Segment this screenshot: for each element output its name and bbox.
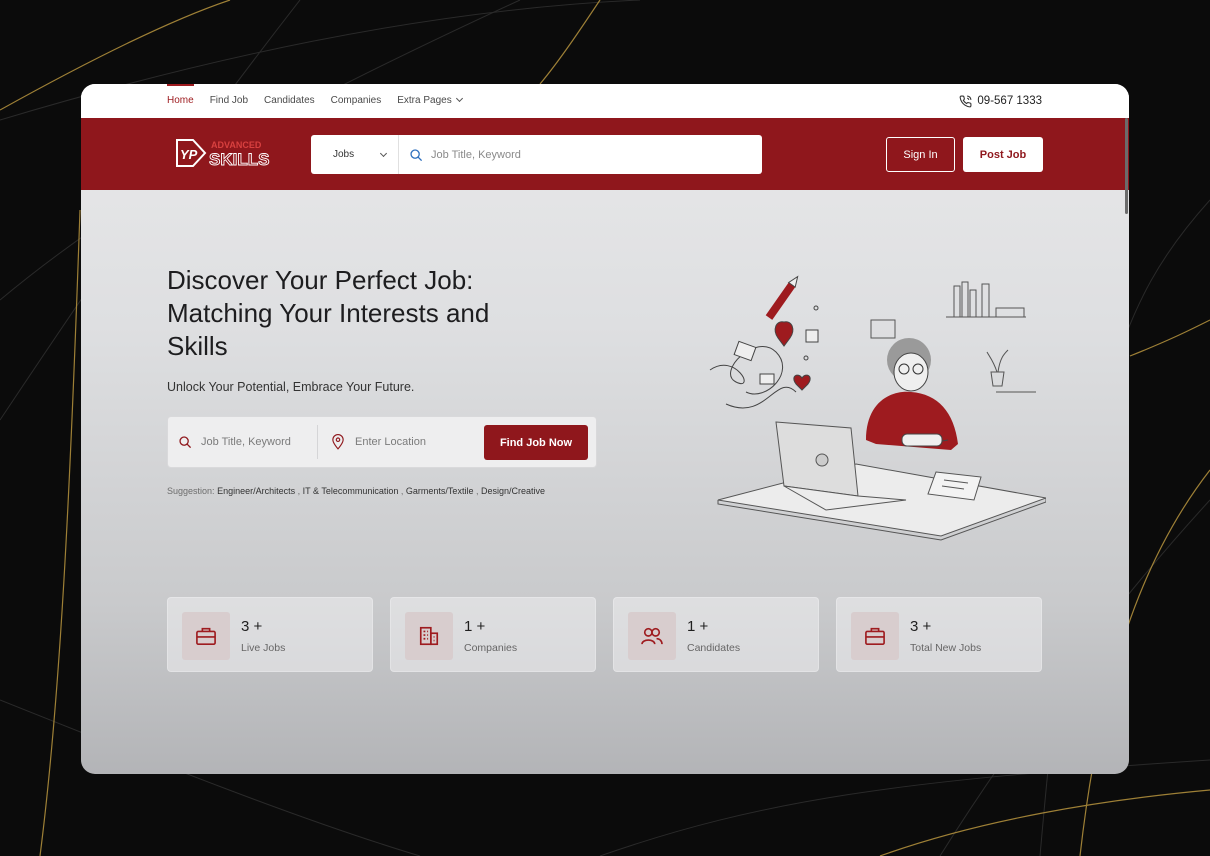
field-divider: [317, 425, 318, 459]
stat-label: Candidates: [687, 642, 741, 654]
browser-window: Home Find Job Candidates Companies Extra…: [81, 84, 1129, 774]
stat-card-candidates: 1 + Candidates: [613, 597, 819, 672]
svg-text:YP: YP: [180, 147, 198, 162]
search-icon: [179, 436, 191, 448]
hero-title-line-2: Matching Your Interests and: [167, 298, 490, 328]
stat-value: 1 +: [464, 618, 486, 635]
suggestions: Suggestion: Engineer/Architects , IT & T…: [167, 486, 545, 496]
suggestion-label: Suggestion:: [167, 486, 215, 496]
stat-label: Companies: [464, 642, 518, 654]
chevron-down-icon: [455, 94, 463, 103]
stat-value: 3 +: [241, 618, 263, 635]
stat-card-total-new-jobs: 3 + Total New Jobs: [836, 597, 1042, 672]
users-icon: [628, 612, 676, 660]
briefcase-icon: [851, 612, 899, 660]
stat-label: Live Jobs: [241, 642, 286, 654]
suggestion-separator: ,: [475, 486, 479, 496]
chevron-down-icon: [379, 149, 388, 158]
nav-extra-pages-label: Extra Pages: [397, 95, 452, 106]
hero-illustration: [709, 275, 1046, 541]
search-category-value: Jobs: [333, 149, 355, 160]
top-navigation: Home Find Job Candidates Companies Extra…: [81, 84, 1129, 118]
main-header: YP ADVANCED SKILLS Jobs Sign In Post Job: [81, 118, 1129, 190]
header-search-input[interactable]: [431, 148, 751, 161]
svg-text:ADVANCED: ADVANCED: [211, 140, 262, 150]
stat-label: Total New Jobs: [910, 642, 982, 654]
nav-find-job[interactable]: Find Job: [210, 84, 248, 118]
phone-contact[interactable]: 09-567 1333: [959, 84, 1042, 118]
keyword-field[interactable]: Job Title, Keyword: [178, 417, 313, 467]
suggestion-separator: ,: [297, 486, 301, 496]
sign-in-button[interactable]: Sign In: [886, 137, 955, 172]
location-field[interactable]: Enter Location: [331, 417, 471, 467]
suggestion-engineer-architects[interactable]: Engineer/Architects: [217, 486, 295, 496]
brand-logo[interactable]: YP ADVANCED SKILLS: [173, 134, 285, 172]
svg-text:SKILLS: SKILLS: [209, 150, 269, 169]
stat-value: 1 +: [687, 618, 709, 635]
suggestion-design-creative[interactable]: Design/Creative: [481, 486, 545, 496]
building-icon: [405, 612, 453, 660]
nav-candidates[interactable]: Candidates: [264, 84, 315, 118]
hero-title-line-1: Discover Your Perfect Job:: [167, 265, 474, 295]
search-icon: [410, 148, 422, 161]
phone-icon: [960, 95, 972, 107]
hero-title-line-3: Skills: [167, 331, 228, 361]
find-job-now-button[interactable]: Find Job Now: [484, 425, 588, 460]
location-pin-icon: [332, 434, 344, 450]
phone-number: 09-567 1333: [977, 95, 1042, 107]
page-scrollbar[interactable]: [1124, 118, 1129, 774]
location-placeholder: Enter Location: [355, 436, 426, 448]
nav-extra-pages[interactable]: Extra Pages: [397, 84, 463, 118]
stat-card-companies: 1 + Companies: [390, 597, 596, 672]
search-category-select[interactable]: Jobs: [311, 135, 399, 174]
nav-home[interactable]: Home: [167, 84, 194, 118]
scrollbar-thumb[interactable]: [1125, 118, 1128, 214]
nav-links: Home Find Job Candidates Companies Extra…: [167, 84, 463, 118]
header-search-bar: Jobs: [311, 135, 762, 174]
suggestion-separator: ,: [400, 486, 404, 496]
hero-title: Discover Your Perfect Job: Matching Your…: [167, 264, 567, 363]
stat-value: 3 +: [910, 618, 932, 635]
suggestion-it-telecommunication[interactable]: IT & Telecommunication: [303, 486, 399, 496]
briefcase-icon: [182, 612, 230, 660]
suggestion-garments-textile[interactable]: Garments/Textile: [406, 486, 474, 496]
keyword-placeholder: Job Title, Keyword: [201, 436, 291, 448]
hero-search-form: Job Title, Keyword Enter Location Find J…: [167, 416, 597, 468]
hero-subtitle: Unlock Your Potential, Embrace Your Futu…: [167, 380, 415, 394]
post-job-button[interactable]: Post Job: [963, 137, 1043, 172]
stat-card-live-jobs: 3 + Live Jobs: [167, 597, 373, 672]
nav-companies[interactable]: Companies: [331, 84, 382, 118]
